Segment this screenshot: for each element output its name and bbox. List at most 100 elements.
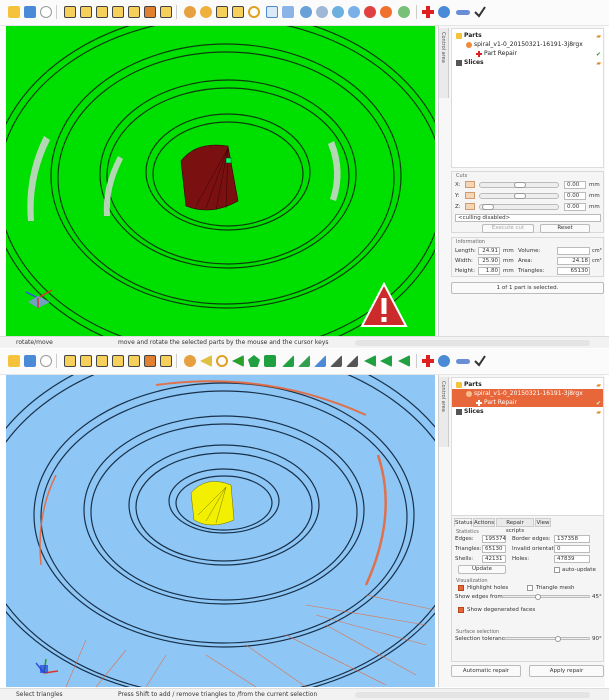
- tab-repair-scripts[interactable]: Repair scripts: [496, 518, 534, 534]
- view-iso-icon[interactable]: [160, 355, 172, 367]
- update-button[interactable]: Update: [458, 565, 506, 574]
- red-cross-icon[interactable]: [422, 6, 434, 18]
- z-cut-slider[interactable]: [479, 204, 559, 210]
- select-edge-icon[interactable]: [298, 355, 310, 367]
- 3d-viewport-top[interactable]: [6, 26, 435, 336]
- tree-item-repair[interactable]: Part Repair ✔: [452, 398, 603, 407]
- open-file-icon[interactable]: [8, 355, 20, 367]
- globe-icon[interactable]: [438, 355, 450, 367]
- zoom-part-icon[interactable]: [184, 6, 196, 18]
- z-cut-value[interactable]: 0.00: [564, 203, 586, 211]
- deselect-icon[interactable]: [346, 355, 358, 367]
- texture-icon[interactable]: [380, 6, 392, 18]
- select-border-icon[interactable]: [282, 355, 294, 367]
- highlight-holes-checkbox[interactable]: [458, 585, 464, 591]
- zoom-selection-icon[interactable]: [232, 6, 244, 18]
- magnifier-icon[interactable]: [216, 355, 228, 367]
- edges-value: 195374: [482, 535, 506, 543]
- select-all-icon[interactable]: [330, 355, 342, 367]
- parts-tree: Parts ▰ spiral_v1-0_20150321-16191-3j8rg…: [451, 377, 604, 517]
- select-shell-icon[interactable]: [232, 355, 244, 367]
- settings-icon[interactable]: [398, 6, 410, 18]
- tab-view[interactable]: View: [535, 518, 551, 527]
- control-area-tab[interactable]: Control area: [439, 28, 449, 98]
- reset-button[interactable]: Reset: [540, 224, 590, 233]
- view-right-icon[interactable]: [112, 355, 124, 367]
- view-left-icon[interactable]: [96, 355, 108, 367]
- zoom-window-icon[interactable]: [216, 6, 228, 18]
- add-part-icon[interactable]: [24, 6, 36, 18]
- x-color-swatch[interactable]: [465, 181, 475, 188]
- y-cut-value[interactable]: 0.00: [564, 192, 586, 200]
- execute-cut-button[interactable]: Execute cut: [482, 224, 534, 233]
- apply-repair-button[interactable]: Apply repair: [529, 665, 604, 677]
- x-cut-slider[interactable]: [479, 182, 559, 188]
- control-area-tab[interactable]: Control area: [439, 377, 449, 447]
- view-iso-icon[interactable]: [160, 6, 172, 18]
- move-axes-icon[interactable]: [282, 6, 294, 18]
- degenerated-faces-checkbox[interactable]: [458, 607, 464, 613]
- select-hole-icon[interactable]: [314, 355, 326, 367]
- open-file-icon[interactable]: [8, 6, 20, 18]
- magnifier-icon[interactable]: [248, 6, 260, 18]
- culling-select[interactable]: <culling disabled>: [455, 214, 601, 222]
- ruler-icon[interactable]: [456, 359, 470, 364]
- y-color-swatch[interactable]: [465, 192, 475, 199]
- view-back-icon[interactable]: [80, 355, 92, 367]
- tree-item-slices[interactable]: Slices ▰: [452, 407, 603, 416]
- view-bottom-icon[interactable]: [144, 6, 156, 18]
- 3d-viewport-bottom[interactable]: [6, 375, 435, 687]
- status-help: Press Shift to add / remove triangles to…: [118, 691, 318, 698]
- section-icon[interactable]: [332, 6, 344, 18]
- tree-root-parts[interactable]: Parts ▰: [452, 31, 603, 40]
- automatic-repair-button[interactable]: Automatic repair: [451, 665, 521, 677]
- measure-icon[interactable]: [316, 6, 328, 18]
- arrow-cursor-icon[interactable]: [266, 6, 278, 18]
- view-top-icon[interactable]: [128, 355, 140, 367]
- view-left-icon[interactable]: [96, 6, 108, 18]
- slices-icon: [456, 409, 462, 415]
- tree-root-parts[interactable]: Parts ▰: [452, 380, 603, 389]
- view-front-icon[interactable]: [64, 6, 76, 18]
- view-front-icon[interactable]: [64, 355, 76, 367]
- tree-item-part[interactable]: spiral_v1-0_20150321-16191-3j8rgx: [452, 389, 603, 398]
- globe-icon[interactable]: [438, 6, 450, 18]
- select-surface-icon[interactable]: [248, 355, 260, 367]
- show-edges-slider[interactable]: [502, 594, 590, 600]
- tree-item-repair[interactable]: Part Repair ✔: [452, 49, 603, 58]
- save-icon[interactable]: [40, 6, 52, 18]
- y-cut-slider[interactable]: [479, 193, 559, 199]
- view-bottom-icon[interactable]: [144, 355, 156, 367]
- triangle-mesh-checkbox[interactable]: [527, 585, 533, 591]
- select-triangle-icon[interactable]: [200, 355, 212, 367]
- select-plane-icon[interactable]: [264, 355, 276, 367]
- red-cross-icon[interactable]: [422, 355, 434, 367]
- z-color-swatch[interactable]: [465, 203, 475, 210]
- expand-selection-icon[interactable]: [380, 355, 392, 367]
- green-check-icon: ✔: [595, 400, 601, 407]
- view-top-icon[interactable]: [128, 6, 140, 18]
- shrink-selection-icon[interactable]: [398, 355, 410, 367]
- tab-status[interactable]: Status: [454, 518, 473, 527]
- selection-tolerance-slider[interactable]: [504, 636, 590, 642]
- view-back-icon[interactable]: [80, 6, 92, 18]
- checkmark-icon[interactable]: [474, 355, 486, 367]
- sphere-icon[interactable]: [184, 355, 196, 367]
- invert-selection-icon[interactable]: [364, 355, 376, 367]
- checkmark-icon[interactable]: [474, 6, 486, 18]
- zoom-all-icon[interactable]: [200, 6, 212, 18]
- save-icon[interactable]: [40, 355, 52, 367]
- auto-update-checkbox[interactable]: [554, 567, 560, 573]
- tab-actions[interactable]: Actions: [473, 518, 495, 527]
- color-icon[interactable]: [364, 6, 376, 18]
- rotate-icon[interactable]: [300, 6, 312, 18]
- view-right-icon[interactable]: [112, 6, 124, 18]
- cuts-panel: Cuts X: 0.00 mm Y: 0.00 mm Z: 0.00 mm <c…: [451, 171, 604, 233]
- mesh-icon[interactable]: [348, 6, 360, 18]
- add-part-icon[interactable]: [24, 355, 36, 367]
- tree-item-part[interactable]: spiral_v1-0_20150321-16191-3j8rgx: [452, 40, 603, 49]
- ruler-icon[interactable]: [456, 10, 470, 15]
- information-panel: Information Length: 24.91 mm Volume: cm³…: [451, 237, 604, 277]
- tree-item-slices[interactable]: Slices ▰: [452, 58, 603, 67]
- x-cut-value[interactable]: 0.00: [564, 181, 586, 189]
